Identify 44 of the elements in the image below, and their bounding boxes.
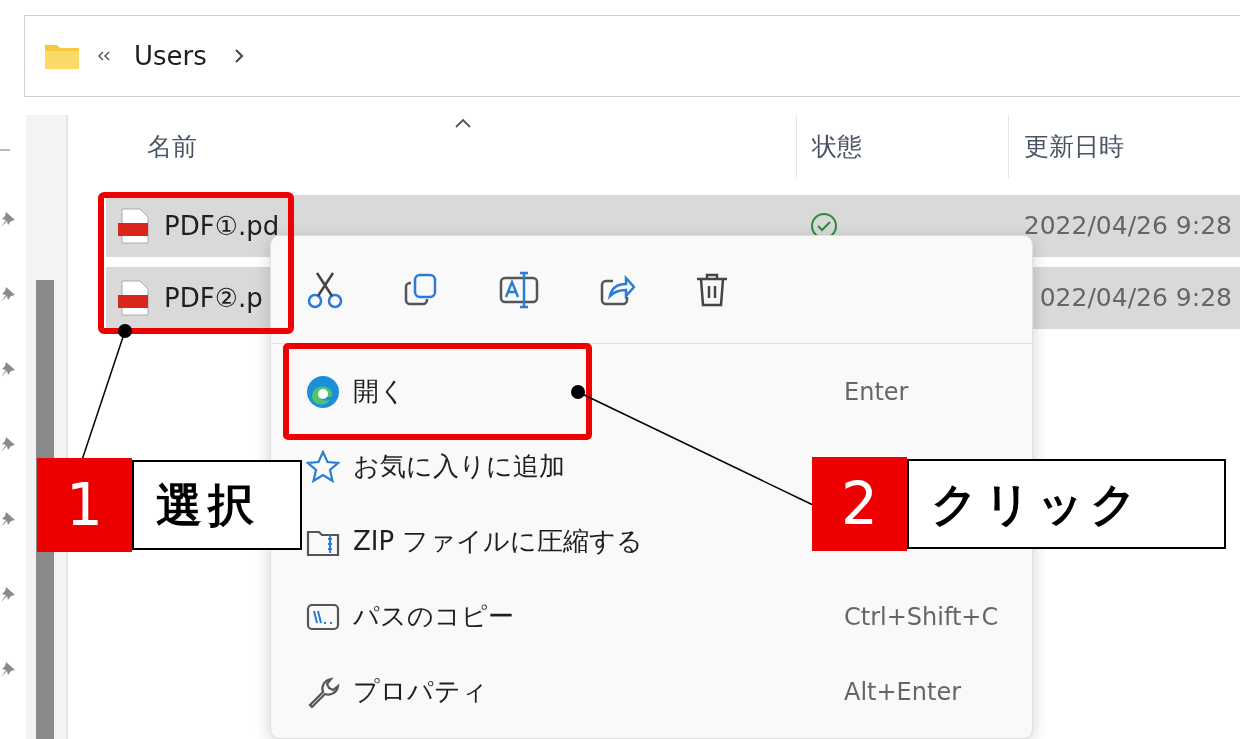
menu-item[interactable]: パスのコピー Ctrl+Shift+C <box>306 579 996 654</box>
file-name: PDF①.pd <box>164 209 280 243</box>
file-name: PDF②.p <box>164 281 263 315</box>
keyboard-shortcut: Alt+Enter <box>844 676 962 708</box>
pdf-file-icon <box>118 280 150 316</box>
menu-item[interactable]: ZIP ファイルに圧縮する <box>306 504 644 579</box>
step-number-tooltip: 1 <box>37 458 132 552</box>
pin-icon[interactable] <box>0 661 16 679</box>
pin-icon[interactable] <box>0 361 16 379</box>
edge-browser-icon <box>306 374 340 409</box>
breadcrumb-overflow-icon[interactable] <box>98 51 110 61</box>
keyboard-shortcut: Enter <box>844 376 909 408</box>
menu-item-label: 開く <box>353 375 406 408</box>
star-icon <box>306 449 340 484</box>
cut-icon[interactable] <box>307 270 343 309</box>
sort-ascending-icon <box>454 118 472 128</box>
rename-icon[interactable] <box>499 269 539 310</box>
column-header[interactable]: 更新日時 <box>1024 127 1124 166</box>
column-header[interactable]: 状態 <box>812 127 862 166</box>
breadcrumb-item[interactable]: Users <box>134 36 207 76</box>
chevron-right-icon[interactable] <box>232 47 245 65</box>
menu-item-label: プロパティ <box>353 675 488 708</box>
step-label: 選択 <box>132 460 302 550</box>
pdf-file-icon <box>118 208 150 244</box>
menu-item[interactable]: お気に入りに追加 <box>306 429 565 504</box>
address-bar[interactable]: Users <box>24 15 1240 97</box>
menu-item[interactable]: 開く Enter <box>306 354 996 429</box>
copy-icon[interactable] <box>403 271 439 308</box>
menu-item-label: パスのコピー <box>353 600 514 633</box>
folder-icon <box>44 42 80 70</box>
pin-icon[interactable] <box>0 211 16 229</box>
pin-icon[interactable] <box>0 511 16 529</box>
modified-date: 2022/04/26 9:28 <box>1023 210 1232 243</box>
menu-item-label: お気に入りに追加 <box>353 450 565 483</box>
menu-item[interactable]: プロパティ Alt+Enter <box>306 654 996 729</box>
step-number-tooltip: 2 <box>812 457 907 551</box>
modified-date: 022/04/26 9:28 <box>1039 282 1232 315</box>
column-header[interactable]: 名前 <box>147 127 197 166</box>
pin-icon[interactable] <box>0 286 16 304</box>
keyboard-shortcut: Ctrl+Shift+C <box>844 601 999 633</box>
pin-icon[interactable] <box>0 436 16 454</box>
step-label: クリック <box>907 459 1226 549</box>
menu-item-label: ZIP ファイルに圧縮する <box>353 525 644 558</box>
pin-icon[interactable] <box>0 586 16 604</box>
